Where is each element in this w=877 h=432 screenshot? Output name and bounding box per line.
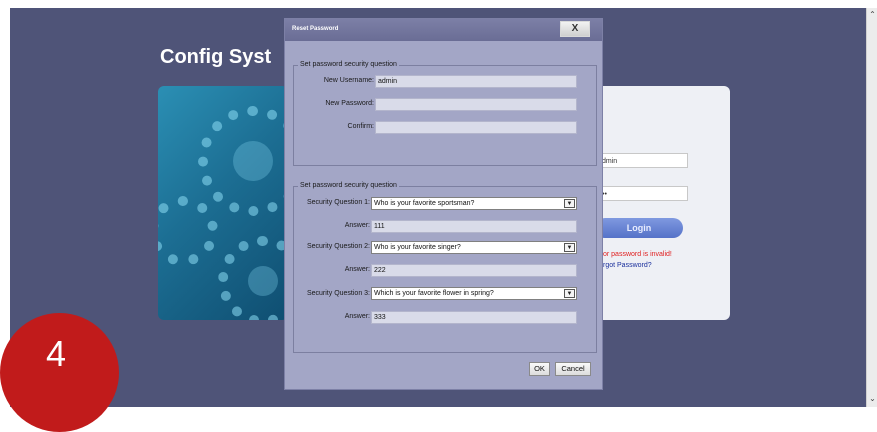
security-question-3-select[interactable]: Which is your favorite flower in spring?… — [371, 287, 577, 300]
confirm-password-input[interactable] — [375, 121, 577, 134]
chevron-down-icon[interactable]: ▼ — [564, 199, 575, 208]
chevron-down-icon[interactable]: ▼ — [564, 289, 575, 298]
new-password-label: New Password: — [325, 100, 374, 107]
security-question-2-label: Security Question 2: — [306, 243, 370, 250]
gear-icon — [158, 196, 218, 266]
dialog-title: Reset Password — [292, 26, 339, 32]
login-button[interactable]: Login — [595, 218, 683, 238]
confirm-password-label: Confirm: — [347, 123, 374, 130]
security-question-3-value: Which is your favorite flower in spring? — [374, 290, 494, 297]
gear-hub — [248, 266, 278, 296]
scroll-down-icon[interactable]: ⌄ — [868, 394, 877, 403]
new-username-label: New Username: — [323, 77, 374, 84]
ok-button[interactable]: OK — [529, 362, 550, 376]
answer-2-input[interactable]: 222 — [371, 264, 577, 277]
login-username-field[interactable]: dmin — [598, 153, 688, 168]
answer-3-input[interactable]: 333 — [371, 311, 577, 324]
security-question-2-select[interactable]: Who is your favorite singer? ▼ — [371, 241, 577, 254]
reset-password-dialog: Reset Password X Set password security q… — [284, 18, 603, 390]
answer-3-label: Answer: — [344, 313, 370, 320]
gear-hub — [233, 141, 273, 181]
security-group-legend: Set password security question — [298, 182, 399, 189]
answer-1-label: Answer: — [344, 222, 370, 229]
account-group: Set password security question New Usern… — [293, 61, 597, 166]
login-error-text: or password is invalid! — [603, 251, 672, 258]
answer-1-input[interactable]: 111 — [371, 220, 577, 233]
security-question-1-label: Security Question 1: — [306, 199, 370, 206]
forgot-password-link[interactable]: rgot Password? — [603, 262, 652, 269]
security-question-1-select[interactable]: Who is your favorite sportsman? ▼ — [371, 197, 577, 210]
login-password-field[interactable]: •• — [598, 186, 688, 201]
security-question-2-value: Who is your favorite singer? — [374, 244, 461, 251]
new-username-input[interactable]: admin — [375, 75, 577, 88]
security-question-1-value: Who is your favorite sportsman? — [374, 200, 475, 207]
step-number: 4 — [46, 333, 67, 374]
account-group-legend: Set password security question — [298, 61, 399, 68]
security-question-group: Set password security question Security … — [293, 182, 597, 353]
app-title: Config Syst — [160, 46, 272, 68]
dialog-titlebar[interactable]: Reset Password X — [285, 19, 602, 41]
scroll-up-icon[interactable]: ⌃ — [868, 10, 877, 19]
close-button[interactable]: X — [560, 21, 590, 37]
security-question-3-label: Security Question 3: — [306, 290, 370, 297]
chevron-down-icon[interactable]: ▼ — [564, 243, 575, 252]
cancel-button[interactable]: Cancel — [555, 362, 591, 376]
page-scrollbar[interactable]: ⌃ ⌄ — [866, 8, 877, 407]
gear-banner-image — [158, 86, 288, 320]
answer-2-label: Answer: — [344, 266, 370, 273]
new-password-input[interactable] — [375, 98, 577, 111]
